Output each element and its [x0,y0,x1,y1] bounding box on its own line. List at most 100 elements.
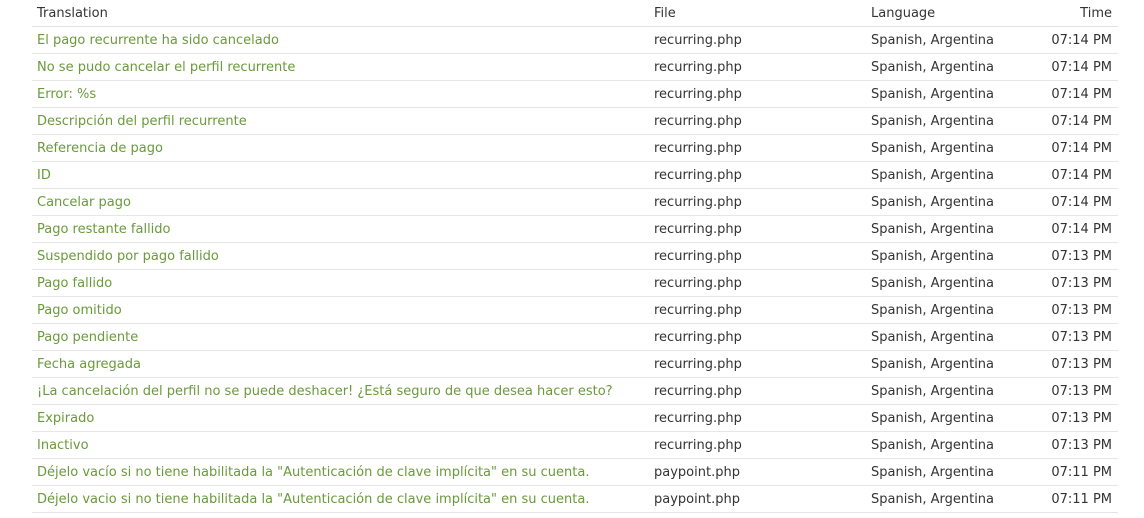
translation-link[interactable]: Pago fallido [37,276,112,291]
file-cell: recurring.php [649,296,866,324]
file-cell: recurring.php [649,26,866,54]
language-cell: Spanish, Argentina [866,350,1018,378]
translations-table: Translation File Language Time El pago r… [32,0,1118,513]
translation-cell: Déjelo vacio si no tiene habilitada la "… [32,485,649,513]
table-row: Déjelo vacio si no tiene habilitada la "… [32,485,1118,513]
table-row: Déjelo vacío si no tiene habilitada la "… [32,458,1118,486]
translation-link[interactable]: Error: %s [37,87,96,102]
translation-link[interactable]: ID [37,168,51,183]
language-cell: Spanish, Argentina [866,107,1018,135]
translation-cell: El pago recurrente ha sido cancelado [32,26,649,54]
translation-cell: Fecha agregada [32,350,649,378]
table-row: Pago pendiente recurring.php Spanish, Arge… [32,323,1118,351]
language-cell: Spanish, Argentina [866,53,1018,81]
table-row: No se pudo cancelar el perfil recurrente… [32,53,1118,81]
language-cell: Spanish, Argentina [866,323,1018,351]
file-cell: recurring.php [649,107,866,135]
language-cell: Spanish, Argentina [866,377,1018,405]
file-cell: recurring.php [649,323,866,351]
time-cell: 07:13 PM [1018,296,1118,324]
table-row: Error: %s recurring.php Spanish, Argentina… [32,80,1118,108]
file-cell: paypoint.php [649,458,866,486]
language-cell: Spanish, Argentina [866,404,1018,432]
time-cell: 07:14 PM [1018,80,1118,108]
translation-cell: ID [32,161,649,189]
time-cell: 07:14 PM [1018,188,1118,216]
translation-link[interactable]: Expirado [37,411,94,426]
translation-link[interactable]: Cancelar pago [37,195,131,210]
translation-cell: Cancelar pago [32,188,649,216]
translation-link[interactable]: Pago restante fallido [37,222,171,237]
translation-cell: Déjelo vacío si no tiene habilitada la "… [32,458,649,486]
translation-link[interactable]: Pago pendiente [37,330,138,345]
file-cell: recurring.php [649,53,866,81]
time-cell: 07:11 PM [1018,458,1118,486]
translation-link[interactable]: Descripción del perfil recurrente [37,114,247,129]
language-cell: Spanish, Argentina [866,242,1018,270]
translation-link[interactable]: Inactivo [37,438,89,453]
table-row: El pago recurrente ha sido cancelado recu… [32,26,1118,54]
translation-link[interactable]: No se pudo cancelar el perfil recurrente [37,60,295,75]
translations-panel: Translation File Language Time El pago r… [32,0,1118,513]
file-cell: recurring.php [649,431,866,459]
file-cell: recurring.php [649,161,866,189]
time-cell: 07:13 PM [1018,269,1118,297]
file-cell: recurring.php [649,215,866,243]
translation-link[interactable]: Suspendido por pago fallido [37,249,219,264]
time-cell: 07:11 PM [1018,485,1118,513]
translation-link[interactable]: El pago recurrente ha sido cancelado [37,33,279,48]
time-cell: 07:14 PM [1018,53,1118,81]
translation-cell: Expirado [32,404,649,432]
time-cell: 07:13 PM [1018,431,1118,459]
time-cell: 07:13 PM [1018,323,1118,351]
translation-cell: ¡La cancelación del perfil no se puede d… [32,377,649,405]
time-cell: 07:13 PM [1018,350,1118,378]
translation-cell: Pago restante fallido [32,215,649,243]
table-row: Expirado recurring.php Spanish, Argentina 0… [32,404,1118,432]
file-cell: recurring.php [649,350,866,378]
file-cell: recurring.php [649,404,866,432]
file-cell: recurring.php [649,188,866,216]
time-cell: 07:14 PM [1018,107,1118,135]
translation-cell: Error: %s [32,80,649,108]
file-cell: recurring.php [649,80,866,108]
file-cell: recurring.php [649,377,866,405]
table-row: ID recurring.php Spanish, Argentina 07:14 P… [32,161,1118,189]
header-row: Translation File Language Time [32,0,1118,27]
table-row: Pago fallido recurring.php Spanish, Argent… [32,269,1118,297]
time-cell: 07:13 PM [1018,404,1118,432]
column-header-language: Language [866,0,1018,27]
translation-cell: Pago omitido [32,296,649,324]
translation-cell: Descripción del perfil recurrente [32,107,649,135]
translation-link[interactable]: Fecha agregada [37,357,141,372]
time-cell: 07:14 PM [1018,26,1118,54]
file-cell: recurring.php [649,134,866,162]
translation-link[interactable]: Déjelo vacío si no tiene habilitada la "… [37,465,589,480]
language-cell: Spanish, Argentina [866,26,1018,54]
table-row: ¡La cancelación del perfil no se puede d… [32,377,1118,405]
table-row: Inactivo recurring.php Spanish, Argentina 0… [32,431,1118,459]
time-cell: 07:14 PM [1018,161,1118,189]
translation-cell: No se pudo cancelar el perfil recurrente [32,53,649,81]
language-cell: Spanish, Argentina [866,296,1018,324]
translation-link[interactable]: ¡La cancelación del perfil no se puede d… [37,384,613,399]
translation-link[interactable]: Referencia de pago [37,141,163,156]
column-header-time: Time [1018,0,1118,27]
table-body: El pago recurrente ha sido cancelado recu… [32,26,1118,513]
column-header-translation: Translation [32,0,649,27]
translation-cell: Suspendido por pago fallido [32,242,649,270]
language-cell: Spanish, Argentina [866,458,1018,486]
language-cell: Spanish, Argentina [866,431,1018,459]
table-row: Fecha agregada recurring.php Spanish, Arge… [32,350,1118,378]
language-cell: Spanish, Argentina [866,215,1018,243]
translation-link[interactable]: Déjelo vacio si no tiene habilitada la "… [37,492,589,507]
table-row: Suspendido por pago fallido recurring.php… [32,242,1118,270]
table-row: Pago omitido recurring.php Spanish, Argent… [32,296,1118,324]
language-cell: Spanish, Argentina [866,80,1018,108]
language-cell: Spanish, Argentina [866,134,1018,162]
language-cell: Spanish, Argentina [866,188,1018,216]
translation-link[interactable]: Pago omitido [37,303,122,318]
time-cell: 07:13 PM [1018,377,1118,405]
translation-cell: Pago fallido [32,269,649,297]
time-cell: 07:13 PM [1018,242,1118,270]
